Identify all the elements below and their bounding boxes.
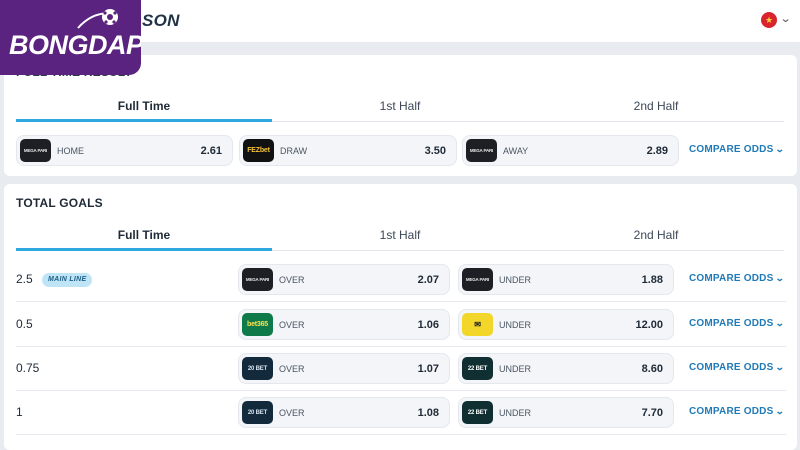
odd-label: UNDER <box>499 407 532 418</box>
odd-label: OVER <box>279 319 305 330</box>
odd-label: UNDER <box>499 274 532 285</box>
bookmaker-logo: MEGA PARI <box>242 268 273 291</box>
chevron-down-icon: ⌄ <box>775 144 786 154</box>
match-title: SON <box>142 11 180 30</box>
odd-under[interactable]: 22 BET UNDER 7.70 <box>458 397 674 428</box>
chevron-down-icon: ⌄ <box>775 318 786 328</box>
odd-home[interactable]: MEGA PARI HOME 2.61 <box>16 135 233 166</box>
compare-odds-label: COMPARE ODDS <box>689 144 774 155</box>
goal-line: 2.5 <box>16 272 33 286</box>
soccer-ball-icon <box>77 9 118 29</box>
odd-value: 12.00 <box>635 318 663 331</box>
odd-label: HOME <box>57 145 84 156</box>
tab-1st-half[interactable]: 1st Half <box>272 221 528 250</box>
odd-value: 7.70 <box>641 406 663 419</box>
odd-label: UNDER <box>499 363 532 374</box>
goal-line: 0.5 <box>16 317 33 331</box>
odd-label: UNDER <box>499 319 532 330</box>
odd-value: 2.89 <box>646 144 668 157</box>
chevron-down-icon: ⌄ <box>775 362 786 372</box>
bookmaker-logo: FEZbet <box>243 139 274 162</box>
bookmaker-logo: 20 BET <box>242 357 273 380</box>
odd-over[interactable]: bet365 OVER 1.06 <box>238 309 450 340</box>
period-tabs: Full Time 1st Half 2nd Half <box>16 221 784 251</box>
odd-value: 8.60 <box>641 362 663 375</box>
odd-value: 2.61 <box>200 144 222 157</box>
bookmaker-logo: 20 BET <box>242 401 273 424</box>
bookmaker-logo: MEGA PARI <box>466 139 497 162</box>
section-title: TOTAL GOALS <box>16 196 103 210</box>
bookmaker-logo: MEGA PARI <box>462 268 493 291</box>
total-goals-row: 1 20 BET OVER 1.08 22 BET UNDER 7.70 COM… <box>16 391 786 435</box>
compare-odds-link[interactable]: COMPARE ODDS ⌄ <box>689 406 786 417</box>
odd-over[interactable]: 20 BET OVER 1.07 <box>238 353 450 384</box>
odd-label: OVER <box>279 274 305 285</box>
chevron-down-icon: ⌄ <box>775 406 786 416</box>
odd-value: 1.07 <box>417 362 439 375</box>
compare-odds-link[interactable]: COMPARE ODDS ⌄ <box>689 273 786 284</box>
compare-odds-link[interactable]: COMPARE ODDS ⌄ <box>689 144 786 155</box>
main-line-badge: MAIN LINE <box>42 273 93 287</box>
site-logo[interactable]: BONGDAPI <box>0 0 141 75</box>
total-goals-card: TOTAL GOALS Full Time 1st Half 2nd Half … <box>4 184 797 450</box>
compare-odds-link[interactable]: COMPARE ODDS ⌄ <box>689 318 786 329</box>
bookmaker-logo: 22 BET <box>462 401 493 424</box>
odd-over[interactable]: MEGA PARI OVER 2.07 <box>238 264 450 295</box>
bookmaker-logo: 22 BET <box>462 357 493 380</box>
total-goals-row: 0.75 20 BET OVER 1.07 22 BET UNDER 8.60 … <box>16 347 786 391</box>
total-goals-row: 2.5 MAIN LINE MEGA PARI OVER 2.07 MEGA P… <box>16 258 786 302</box>
bookmaker-logo: MEGA PARI <box>20 139 51 162</box>
tab-1st-half[interactable]: 1st Half <box>272 92 528 121</box>
odd-away[interactable]: MEGA PARI AWAY 2.89 <box>462 135 679 166</box>
odd-value: 1.06 <box>417 318 439 331</box>
odd-over[interactable]: 20 BET OVER 1.08 <box>238 397 450 428</box>
compare-odds-label: COMPARE ODDS <box>689 406 774 417</box>
compare-odds-link[interactable]: COMPARE ODDS ⌄ <box>689 362 786 373</box>
tab-full-time[interactable]: Full Time <box>16 92 272 122</box>
tab-full-time[interactable]: Full Time <box>16 221 272 251</box>
odd-value: 1.88 <box>641 273 663 286</box>
odd-label: AWAY <box>503 145 529 156</box>
bookmaker-logo: ✉ <box>462 313 493 336</box>
tab-2nd-half[interactable]: 2nd Half <box>528 92 784 121</box>
odd-under[interactable]: 22 BET UNDER 8.60 <box>458 353 674 384</box>
logo-wordmark: BONGDAPI <box>9 30 141 60</box>
odd-label: OVER <box>279 363 305 374</box>
chevron-down-icon[interactable]: ⌄ <box>780 12 792 25</box>
vietnam-flag-icon[interactable]: ★ <box>761 12 777 28</box>
goal-line: 1 <box>16 405 23 419</box>
odd-under[interactable]: ✉ UNDER 12.00 <box>458 309 674 340</box>
chevron-down-icon: ⌄ <box>775 273 786 283</box>
odd-under[interactable]: MEGA PARI UNDER 1.88 <box>458 264 674 295</box>
odd-value: 3.50 <box>424 144 446 157</box>
total-goals-row: 0.5 bet365 OVER 1.06 ✉ UNDER 12.00 COMPA… <box>16 303 786 347</box>
goal-line: 0.75 <box>16 361 40 375</box>
period-tabs: Full Time 1st Half 2nd Half <box>16 92 784 122</box>
odd-value: 1.08 <box>417 406 439 419</box>
odd-draw[interactable]: FEZbet DRAW 3.50 <box>239 135 457 166</box>
compare-odds-label: COMPARE ODDS <box>689 362 774 373</box>
compare-odds-label: COMPARE ODDS <box>689 273 774 284</box>
tab-2nd-half[interactable]: 2nd Half <box>528 221 784 250</box>
odd-value: 2.07 <box>417 273 439 286</box>
odd-label: DRAW <box>280 145 308 156</box>
compare-odds-label: COMPARE ODDS <box>689 318 774 329</box>
bookmaker-logo: bet365 <box>242 313 273 336</box>
odd-label: OVER <box>279 407 305 418</box>
